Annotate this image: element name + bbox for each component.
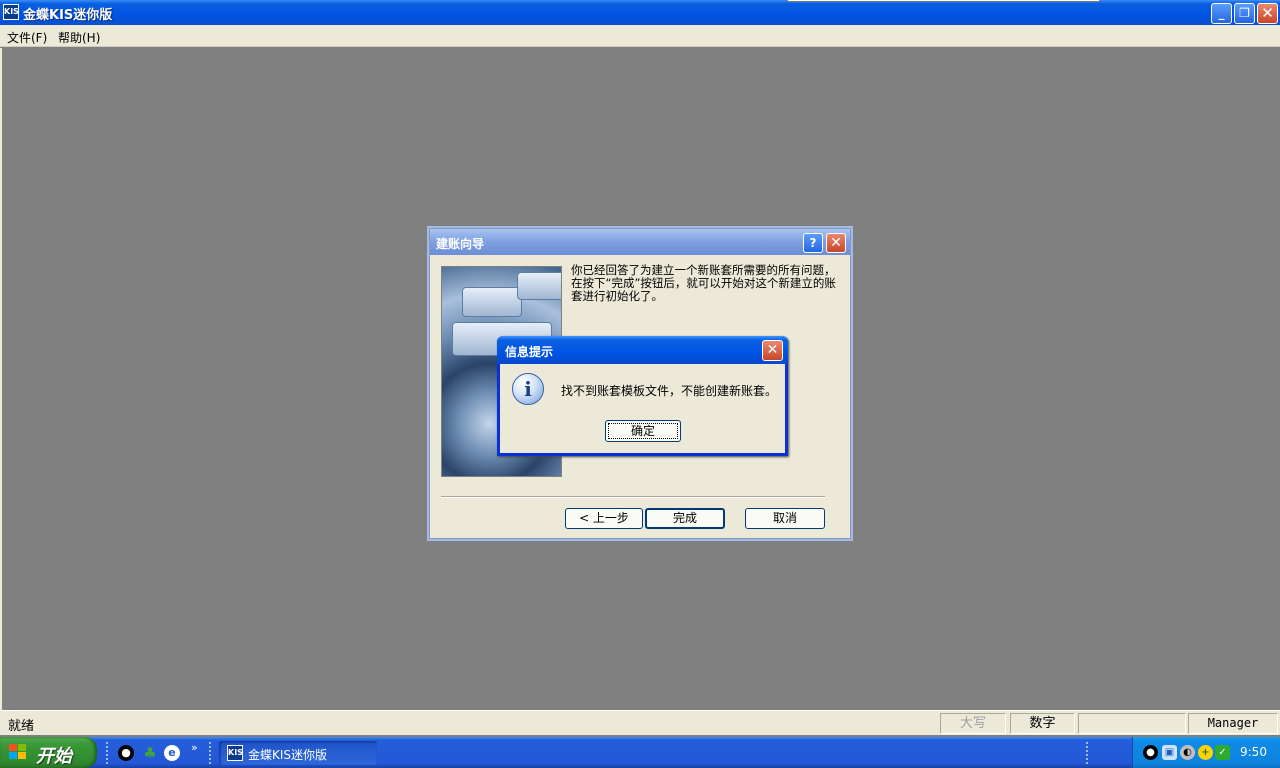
- system-tray: ● ▣ ◐ + ✓ 9:50: [1132, 737, 1280, 768]
- toolbar-grip[interactable]: [1086, 742, 1090, 764]
- browser-icon[interactable]: e: [164, 745, 180, 761]
- status-bar: 就绪 大写 数字 Manager: [0, 710, 1280, 735]
- volume-icon[interactable]: ◐: [1180, 745, 1195, 760]
- shield-icon[interactable]: ✓: [1215, 745, 1230, 760]
- close-button[interactable]: ✕: [1257, 3, 1278, 24]
- qq-icon[interactable]: ●: [118, 745, 134, 761]
- current-user: Manager: [1188, 713, 1278, 734]
- status-pane-empty: [1078, 713, 1186, 734]
- quicklaunch-more-icon[interactable]: »: [191, 741, 198, 754]
- taskbar-item-kis[interactable]: KIS 金蝶KIS迷你版: [219, 741, 377, 765]
- taskbar-item-label: 金蝶KIS迷你版: [248, 748, 328, 762]
- top-input-strip: [787, 0, 1100, 2]
- info-dialog: 信息提示 ✕ i 找不到账套模板文件，不能创建新账套。 确定: [497, 336, 788, 456]
- toolbar-grip[interactable]: [209, 742, 213, 764]
- ok-button[interactable]: 确定: [605, 420, 681, 442]
- window-titlebar[interactable]: KIS 金蝶KIS迷你版 _ ❐ ✕: [0, 0, 1280, 25]
- wizard-titlebar[interactable]: 建账向导 ? ✕: [430, 229, 850, 255]
- security-icon[interactable]: +: [1198, 745, 1213, 760]
- windows-flag-icon: [9, 744, 27, 760]
- taskbar: 开始 ● ♣ e » KIS 金蝶KIS迷你版 ● ▣ ◐ + ✓ 9:50: [0, 737, 1280, 768]
- info-message: 找不到账套模板文件，不能创建新账套。: [561, 384, 778, 398]
- clock[interactable]: 9:50: [1240, 745, 1267, 759]
- menu-help[interactable]: 帮助(H): [58, 29, 100, 46]
- restore-button[interactable]: ❐: [1234, 3, 1255, 24]
- status-text: 就绪: [8, 719, 35, 734]
- wizard-title: 建账向导: [436, 237, 485, 251]
- num-lock-indicator: 数字: [1010, 713, 1075, 734]
- app-icon: KIS: [3, 4, 19, 20]
- window-title: 金蝶KIS迷你版: [23, 8, 113, 23]
- info-titlebar[interactable]: 信息提示 ✕: [497, 336, 788, 364]
- info-close-button[interactable]: ✕: [762, 340, 783, 361]
- caps-lock-indicator: 大写: [940, 713, 1006, 734]
- wizard-message: 你已经回答了为建立一个新账套所需要的所有问题，在按下“完成”按钮后，就可以开始对…: [571, 263, 836, 303]
- previous-button[interactable]: < 上一步: [565, 508, 643, 529]
- menu-file[interactable]: 文件(F): [7, 29, 47, 46]
- start-button[interactable]: 开始: [0, 737, 97, 768]
- network-icon[interactable]: ▣: [1162, 745, 1177, 760]
- wizard-separator: [441, 496, 825, 498]
- menu-bar: 文件(F) 帮助(H): [0, 25, 1280, 47]
- cancel-button[interactable]: 取消: [745, 508, 825, 529]
- info-title: 信息提示: [505, 345, 554, 359]
- finish-button[interactable]: 完成: [645, 508, 725, 529]
- wizard-close-button[interactable]: ✕: [826, 233, 846, 253]
- tree-icon[interactable]: ♣: [142, 745, 158, 761]
- toolbar-grip[interactable]: [106, 742, 110, 764]
- qq-tray-icon[interactable]: ●: [1143, 745, 1158, 760]
- minimize-button[interactable]: _: [1211, 3, 1232, 24]
- start-label: 开始: [36, 746, 72, 767]
- information-icon: i: [512, 373, 544, 405]
- wizard-help-button[interactable]: ?: [803, 233, 823, 253]
- kis-app-icon: KIS: [227, 745, 243, 761]
